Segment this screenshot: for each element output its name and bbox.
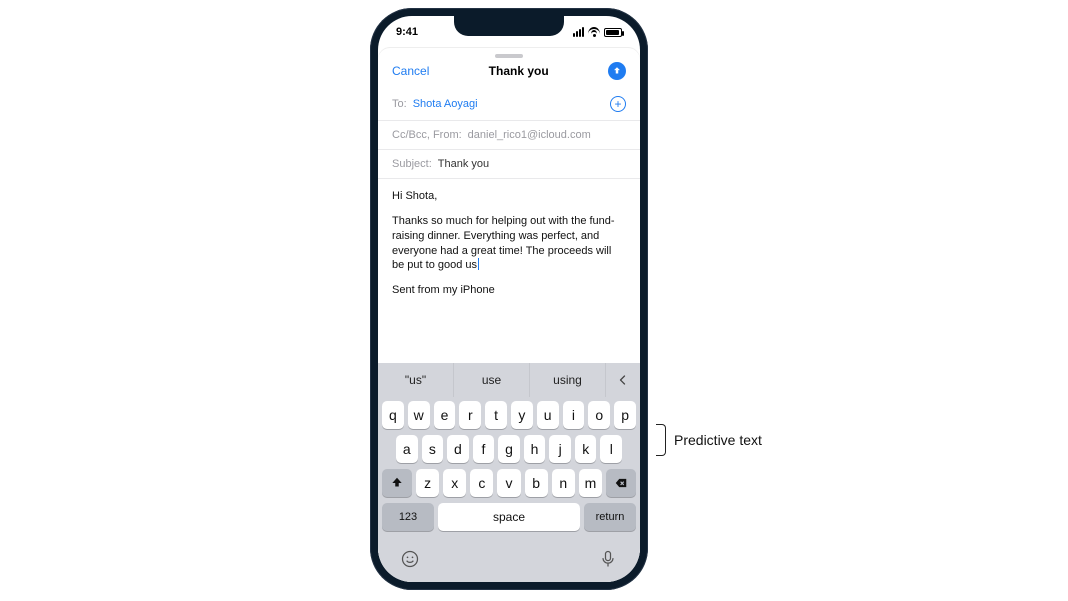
key-w[interactable]: w: [408, 401, 430, 429]
keyboard: qwertyuiop asdfghjkl zxcvbnm: [378, 397, 640, 543]
predictive-suggestion-2[interactable]: use: [454, 363, 530, 397]
key-q[interactable]: q: [382, 401, 404, 429]
send-button[interactable]: [608, 62, 626, 80]
predictive-suggestion-1[interactable]: "us": [378, 363, 454, 397]
subject-field[interactable]: Subject: Thank you: [378, 150, 640, 179]
predictive-suggestion-3[interactable]: using: [530, 363, 606, 397]
key-f[interactable]: f: [473, 435, 495, 463]
to-recipient[interactable]: Shota Aoyagi: [413, 98, 478, 110]
return-key[interactable]: return: [584, 503, 636, 531]
key-row-3: zxcvbnm: [382, 469, 636, 497]
arrow-up-icon: [612, 66, 622, 76]
body-paragraph: Thanks so much for helping out with the …: [392, 214, 626, 273]
key-l[interactable]: l: [600, 435, 622, 463]
status-time: 9:41: [396, 26, 418, 38]
status-icons: [573, 27, 622, 37]
key-row-4: 123 space return: [382, 503, 636, 531]
shift-key[interactable]: [382, 469, 412, 497]
key-m[interactable]: m: [579, 469, 602, 497]
email-body[interactable]: Hi Shota, Thanks so much for helping out…: [378, 179, 640, 363]
backspace-icon: [614, 476, 628, 490]
key-v[interactable]: v: [497, 469, 520, 497]
predictive-row: "us" use using: [378, 363, 640, 397]
key-s[interactable]: s: [422, 435, 444, 463]
shift-icon: [390, 476, 404, 490]
ccbcc-label: Cc/Bcc, From:: [392, 129, 462, 141]
predictive-text-callout: Predictive text: [656, 424, 762, 456]
key-g[interactable]: g: [498, 435, 520, 463]
key-j[interactable]: j: [549, 435, 571, 463]
sheet-header: Cancel Thank you: [378, 62, 640, 88]
key-z[interactable]: z: [416, 469, 439, 497]
key-p[interactable]: p: [614, 401, 636, 429]
key-a[interactable]: a: [396, 435, 418, 463]
callout-label: Predictive text: [674, 432, 762, 448]
phone-screen: 9:41 Cancel Thank you To:: [378, 16, 640, 582]
from-address: daniel_rico1@icloud.com: [468, 129, 591, 141]
key-r[interactable]: r: [459, 401, 481, 429]
key-n[interactable]: n: [552, 469, 575, 497]
compose-sheet: Cancel Thank you To: Shota Aoyagi + Cc/B…: [378, 48, 640, 582]
sheet-grabber[interactable]: [495, 54, 523, 58]
sheet-title: Thank you: [489, 64, 549, 78]
microphone-icon: [598, 549, 618, 569]
ccbcc-field[interactable]: Cc/Bcc, From: daniel_rico1@icloud.com: [378, 121, 640, 150]
key-x[interactable]: x: [443, 469, 466, 497]
backspace-key[interactable]: [606, 469, 636, 497]
emoji-icon: [400, 549, 420, 569]
key-c[interactable]: c: [470, 469, 493, 497]
wifi-icon: [588, 27, 600, 37]
cancel-button[interactable]: Cancel: [392, 64, 429, 78]
keyboard-bottom-row: [378, 543, 640, 582]
key-h[interactable]: h: [524, 435, 546, 463]
callout-bracket: [656, 424, 666, 456]
key-d[interactable]: d: [447, 435, 469, 463]
subject-value: Thank you: [438, 158, 489, 170]
key-k[interactable]: k: [575, 435, 597, 463]
key-row-2: asdfghjkl: [382, 435, 636, 463]
subject-label: Subject:: [392, 158, 432, 170]
emoji-button[interactable]: [400, 549, 420, 574]
to-label: To:: [392, 98, 407, 110]
predictive-collapse-button[interactable]: [606, 363, 640, 397]
text-cursor: [478, 258, 479, 270]
phone-frame: 9:41 Cancel Thank you To:: [370, 8, 648, 590]
space-key[interactable]: space: [438, 503, 580, 531]
battery-icon: [604, 28, 622, 37]
body-greeting: Hi Shota,: [392, 189, 626, 204]
key-o[interactable]: o: [588, 401, 610, 429]
keyboard-area: "us" use using qwertyuiop asdfghjkl: [378, 363, 640, 582]
chevron-left-icon: [617, 374, 629, 386]
notch: [454, 16, 564, 36]
key-u[interactable]: u: [537, 401, 559, 429]
body-signature: Sent from my iPhone: [392, 283, 626, 298]
key-e[interactable]: e: [434, 401, 456, 429]
numbers-key[interactable]: 123: [382, 503, 434, 531]
to-field[interactable]: To: Shota Aoyagi +: [378, 88, 640, 121]
key-i[interactable]: i: [563, 401, 585, 429]
signal-icon: [573, 27, 584, 37]
add-contact-button[interactable]: +: [610, 96, 626, 112]
key-b[interactable]: b: [525, 469, 548, 497]
key-row-1: qwertyuiop: [382, 401, 636, 429]
key-t[interactable]: t: [485, 401, 507, 429]
key-y[interactable]: y: [511, 401, 533, 429]
dictation-button[interactable]: [598, 549, 618, 574]
